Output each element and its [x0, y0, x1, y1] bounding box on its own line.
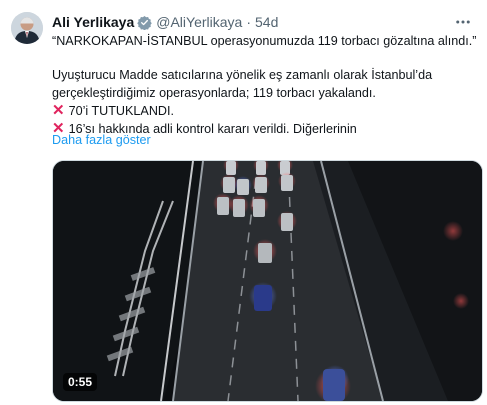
avatar[interactable] [11, 12, 43, 44]
video-player[interactable]: 0:55 [52, 160, 483, 402]
cross-mark-icon: ✕ [52, 102, 65, 119]
video-duration-badge: 0:55 [63, 373, 98, 391]
more-dots-icon [456, 20, 470, 24]
separator-dot: · [246, 14, 251, 30]
show-more-link[interactable]: Daha fazla göster [52, 133, 151, 147]
video-thumbnail [53, 161, 482, 401]
author-handle[interactable]: @AliYerlikaya [156, 14, 242, 30]
tweet-text-line: Uyuşturucu Madde satıcılarına yönelik eş… [52, 68, 433, 82]
verified-badge-icon [137, 15, 152, 30]
author-name[interactable]: Ali Yerlikaya [52, 14, 134, 30]
bullet-text: 70’i TUTUKLANDI. [68, 104, 175, 118]
tweet-bullet-line: ✕ 70’i TUTUKLANDI. [52, 102, 174, 120]
tweet-text-line: “NARKOKAPAN-İSTANBUL operasyonumuzda 119… [52, 34, 477, 48]
tweet-time[interactable]: 54d [255, 14, 278, 30]
tweet-header: Ali Yerlikaya @AliYerlikaya · 54d [52, 12, 278, 32]
tweet-text-line: gerçekleştirdiğimiz operasyonlarda; 119 … [52, 86, 376, 100]
more-options-button[interactable] [453, 12, 473, 32]
avatar-image [11, 12, 43, 44]
